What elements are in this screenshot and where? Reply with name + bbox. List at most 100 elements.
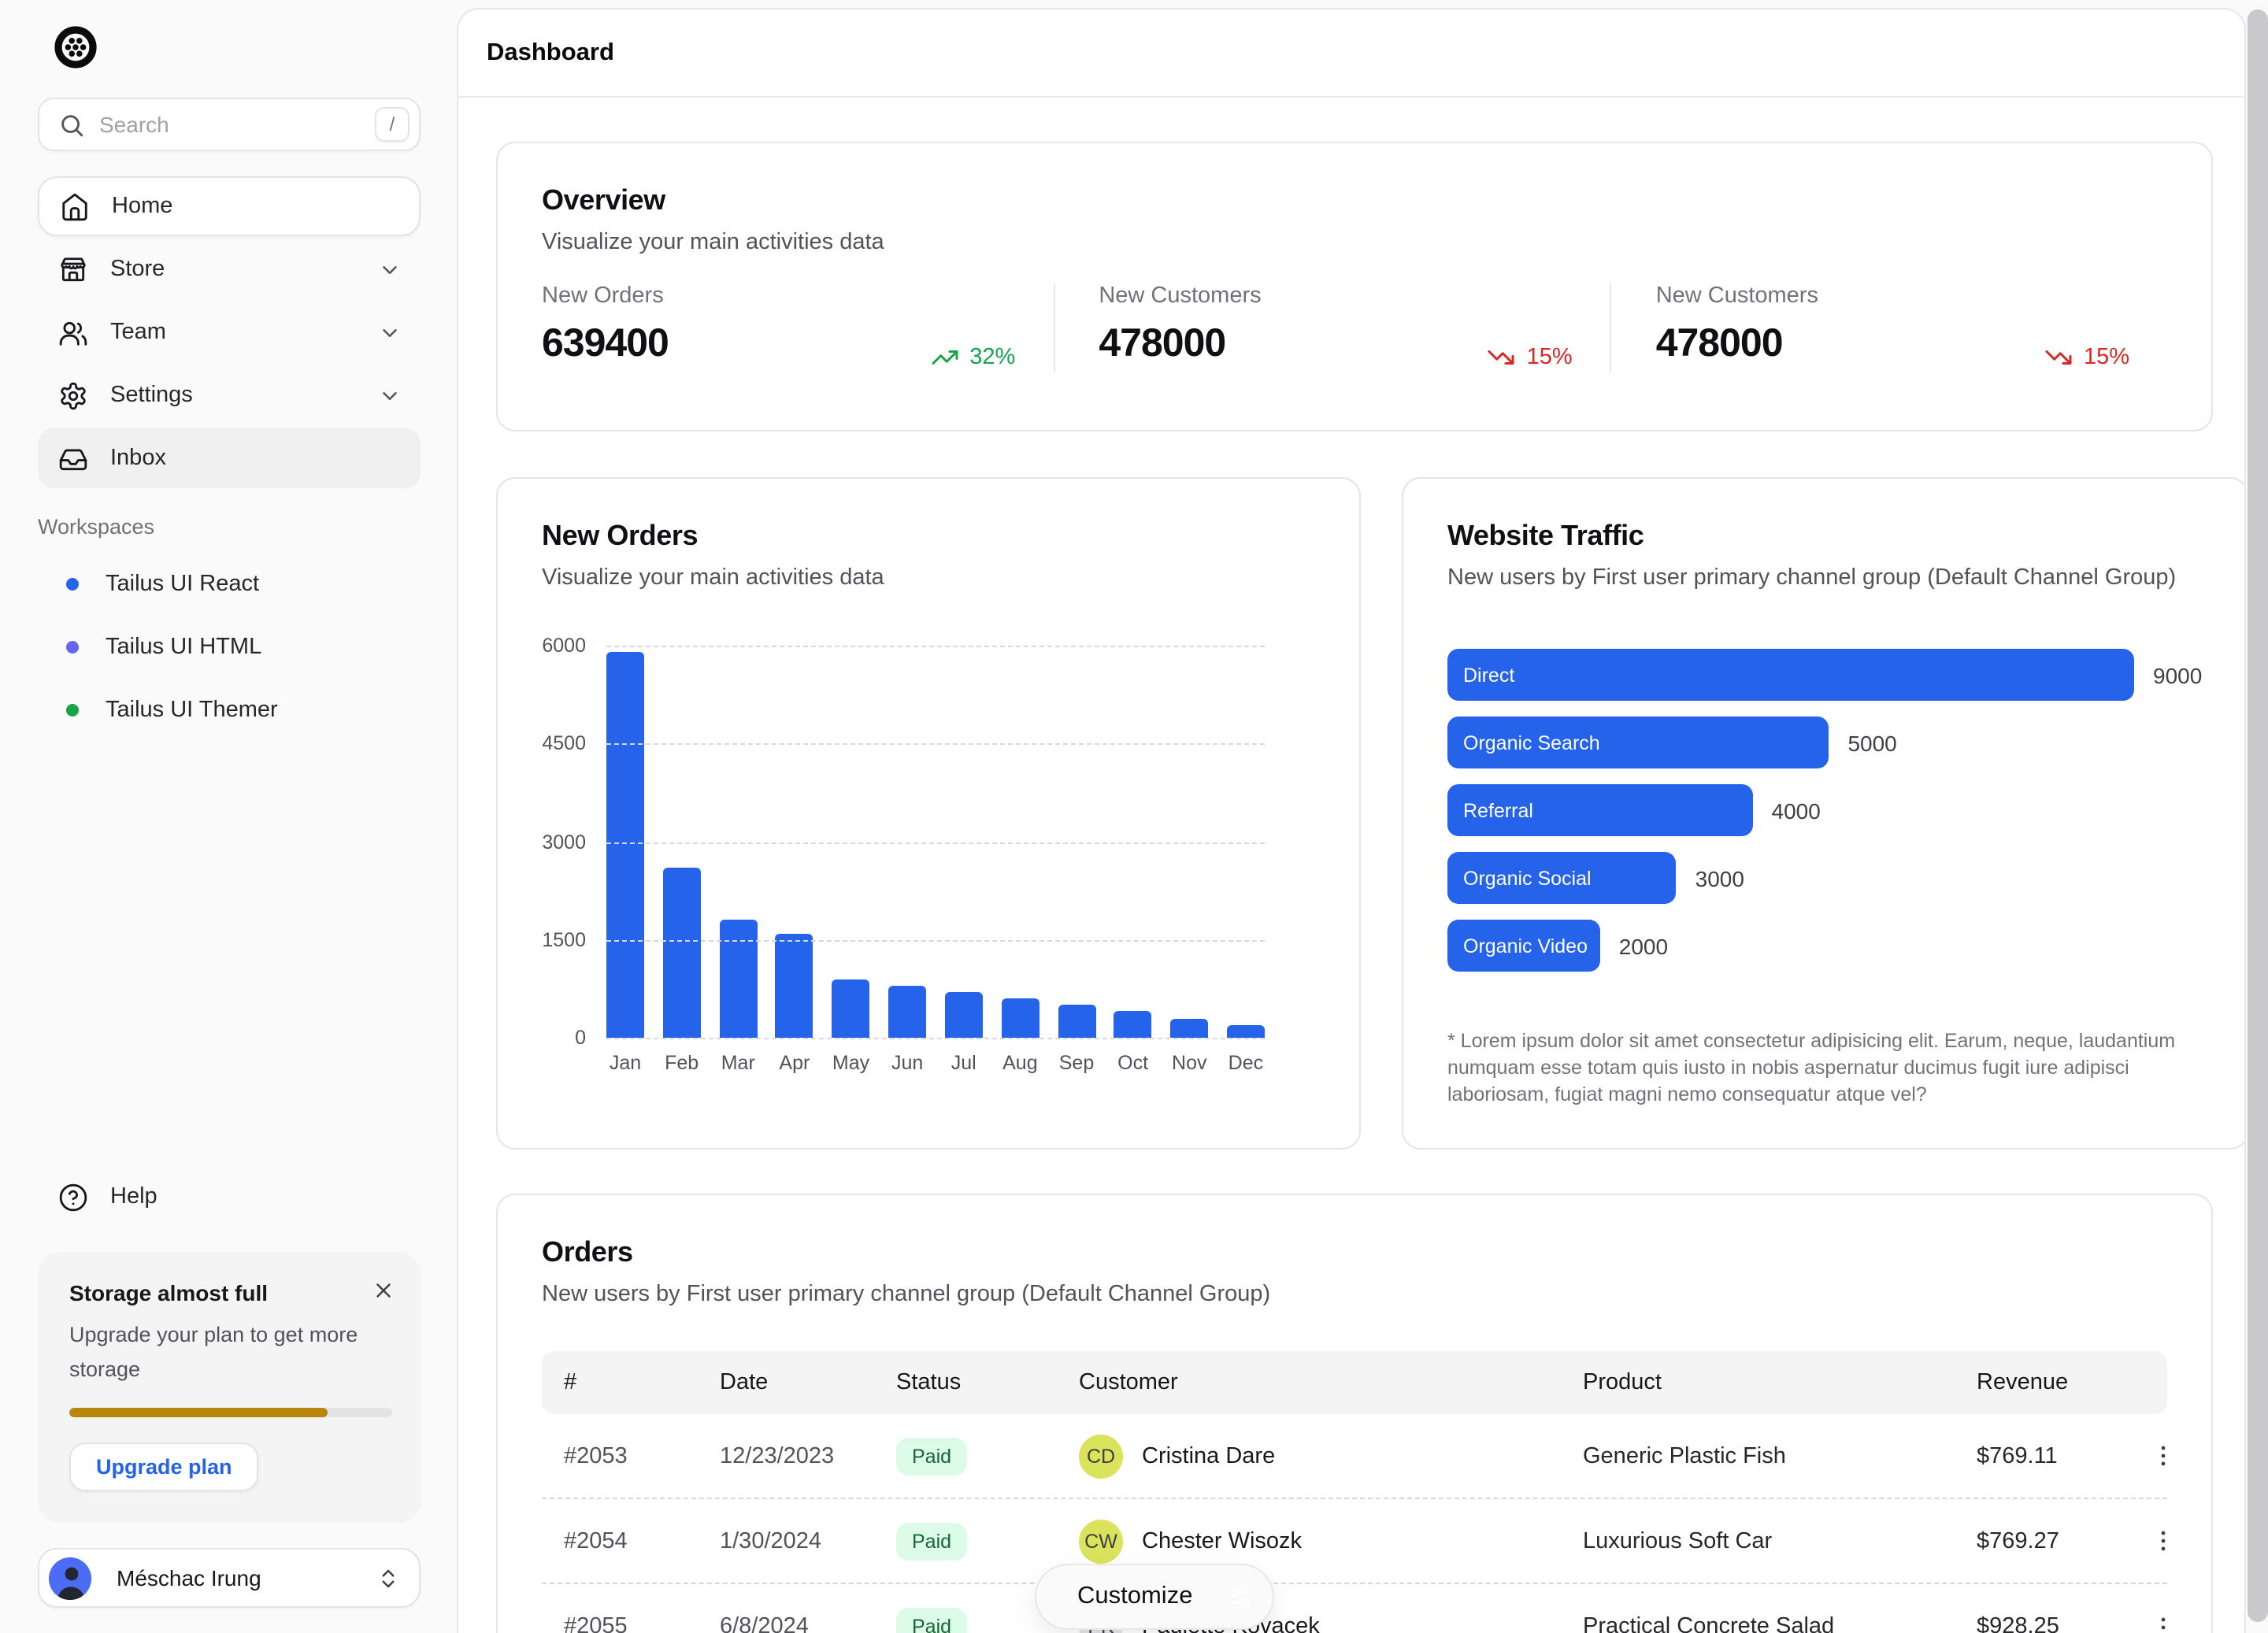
table-row: #20541/30/2024PaidCWChester WisozkLuxuri…	[542, 1499, 2167, 1584]
website-traffic-subtitle: New users by First user primary channel …	[1447, 565, 2203, 591]
chevron-down-icon	[378, 320, 402, 344]
traffic-bar-organic-social: Organic Social	[1447, 852, 1677, 904]
sidebar-item-label: Inbox	[110, 446, 166, 471]
website-traffic-card: Website Traffic New users by First user …	[1402, 477, 2246, 1150]
stat-value: 639400	[542, 321, 930, 367]
order-id: #2053	[564, 1443, 720, 1468]
trending-down-icon	[1488, 343, 1516, 372]
traffic-bar-organic-search: Organic Search	[1447, 717, 1829, 768]
new-orders-chart-title: New Orders	[542, 520, 1315, 553]
traffic-bar-label: Direct	[1463, 664, 1514, 686]
traffic-row: Organic Video2000	[1447, 920, 2203, 972]
x-tick-label: Jan	[610, 1052, 641, 1074]
storage-progress-bar	[69, 1408, 392, 1417]
new-orders-chart-card: New Orders Visualize your main activitie…	[496, 477, 1361, 1150]
upgrade-plan-button[interactable]: Upgrade plan	[69, 1442, 259, 1491]
workspace-item-tailus-ui-react[interactable]: Tailus UI React	[38, 553, 421, 616]
traffic-bar-referral: Referral	[1447, 784, 1753, 836]
sidebar-nav: Home Store Team	[38, 176, 421, 488]
stat-trend-down: 15%	[2044, 343, 2129, 372]
sidebar-item-store[interactable]: Store	[38, 239, 421, 299]
product-name: Practical Concrete Salad	[1583, 1614, 1977, 1633]
y-tick-label: 1500	[542, 929, 586, 951]
page-title: Dashboard	[487, 39, 614, 67]
charts-row: New Orders Visualize your main activitie…	[496, 477, 2213, 1150]
column-header: Product	[1583, 1370, 1977, 1395]
avatar: CD	[1079, 1434, 1123, 1478]
website-traffic-footnote: * Lorem ipsum dolor sit amet consectetur…	[1447, 1028, 2203, 1109]
new-orders-chart-subtitle: Visualize your main activities data	[542, 565, 1315, 591]
sidebar-item-home[interactable]: Home	[38, 176, 421, 236]
product-name: Generic Plastic Fish	[1583, 1443, 1977, 1468]
traffic-bar-value: 9000	[2153, 662, 2202, 687]
bar-dec	[1227, 1024, 1265, 1038]
overview-title: Overview	[542, 184, 2167, 217]
bar-feb	[663, 868, 701, 1038]
storage-alert-card: Storage almost full Upgrade your plan to…	[38, 1252, 421, 1523]
stat-new-customers-2: New Customers 478000 15%	[1610, 283, 2167, 372]
bar-aug	[1001, 998, 1039, 1038]
traffic-bar-value: 5000	[1847, 730, 1896, 755]
table-row: #20556/8/2024PaidPKPaulette KovacekPract…	[542, 1584, 2167, 1633]
help-button[interactable]: Help	[38, 1167, 421, 1227]
orders-table: #DateStatusCustomerProductRevenue #20531…	[542, 1351, 2167, 1633]
workspace-item-tailus-ui-themer[interactable]: Tailus UI Themer	[38, 679, 421, 742]
chevron-down-icon	[378, 383, 402, 407]
trending-down-icon	[2044, 343, 2073, 372]
stat-trend-down: 15%	[1488, 343, 1573, 372]
bar-sep	[1058, 1005, 1095, 1039]
x-tick-label: Jul	[951, 1052, 976, 1074]
column-header: Status	[896, 1370, 1079, 1395]
search-shortcut-key: /	[375, 107, 410, 142]
stat-value: 478000	[1099, 321, 1487, 367]
store-icon	[58, 254, 88, 284]
search-input[interactable]: Search /	[38, 98, 421, 151]
y-tick-label: 4500	[542, 733, 586, 755]
x-tick-label: Dec	[1228, 1052, 1263, 1074]
main-panel: Dashboard Overview Visualize your main a…	[457, 8, 2246, 1633]
workspace-label: Tailus UI React	[106, 572, 259, 597]
sidebar-item-inbox[interactable]: Inbox	[38, 428, 421, 488]
user-menu[interactable]: Méschac Irung	[38, 1548, 421, 1608]
bar-apr	[776, 933, 813, 1038]
traffic-bar-direct: Direct	[1447, 649, 2134, 701]
app-logo-icon[interactable]	[52, 24, 99, 71]
customer-name: Cristina Dare	[1142, 1443, 1275, 1468]
sidebar-bottom: Help Storage almost full Upgrade your pl…	[38, 1167, 421, 1608]
revenue-value: $928.25	[1977, 1614, 2150, 1633]
sidebar-item-settings[interactable]: Settings	[38, 365, 421, 425]
page-content: Overview Visualize your main activities …	[458, 98, 2244, 1633]
orders-card: Orders New users by First user primary c…	[496, 1194, 2213, 1633]
customize-button[interactable]: Customize	[1035, 1564, 1274, 1630]
bar-jul	[945, 992, 983, 1038]
stat-change: 32%	[969, 345, 1015, 370]
sidebar-item-team[interactable]: Team	[38, 302, 421, 362]
workspace-item-tailus-ui-html[interactable]: Tailus UI HTML	[38, 616, 421, 679]
trending-up-icon	[930, 343, 958, 372]
orders-subtitle: New users by First user primary channel …	[542, 1282, 2167, 1307]
stat-change: 15%	[2084, 345, 2129, 370]
row-menu-kebab-icon[interactable]	[2150, 1613, 2183, 1633]
sidebar-item-label: Home	[112, 194, 172, 219]
new-orders-plot: JanFebMarAprMayJunJulAugSepOctNovDec	[606, 646, 1265, 1038]
scrollbar-thumb[interactable]	[2247, 9, 2267, 1622]
overview-stats: New Orders 639400 32% New Customers	[542, 283, 2167, 372]
traffic-row: Referral4000	[1447, 784, 2203, 836]
chevron-down-icon	[378, 257, 402, 281]
orders-table-body: #205312/23/2023PaidCDCristina DareGeneri…	[542, 1414, 2167, 1633]
stat-new-orders: New Orders 639400 32%	[542, 283, 1053, 372]
storage-alert-title: Storage almost full	[69, 1280, 392, 1305]
row-menu-kebab-icon[interactable]	[2150, 1442, 2183, 1469]
product-name: Luxurious Soft Car	[1583, 1528, 1977, 1553]
stat-label: New Customers	[1099, 283, 1487, 309]
workspaces-heading: Workspaces	[38, 515, 421, 539]
row-menu-kebab-icon[interactable]	[2150, 1527, 2183, 1554]
storage-progress-fill	[69, 1408, 328, 1417]
search-icon	[58, 111, 85, 138]
close-icon[interactable]	[367, 1274, 398, 1305]
scrollbar-track[interactable]	[2246, 0, 2268, 1633]
gridline	[606, 842, 1265, 843]
status-badge: Paid	[896, 1608, 967, 1633]
gear-icon	[58, 380, 88, 410]
bar-nov	[1170, 1018, 1208, 1038]
